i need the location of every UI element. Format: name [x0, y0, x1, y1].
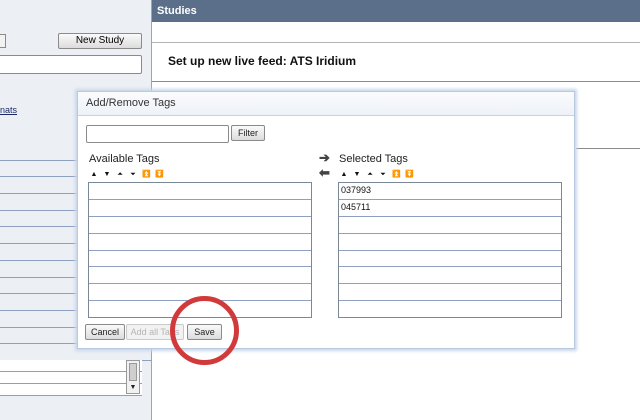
list-item[interactable]: 045711 [339, 200, 561, 217]
add-remove-tags-dialog: Add/Remove Tags Filter Available Tags ▲ … [77, 91, 575, 349]
filter-input[interactable] [86, 125, 229, 143]
formats-link[interactable]: nats [0, 105, 17, 115]
list-item[interactable] [0, 360, 142, 372]
cancel-button[interactable]: Cancel [85, 324, 125, 340]
move-left-arrow-icon[interactable]: ⬅ [319, 166, 333, 179]
list-item[interactable] [89, 183, 311, 200]
list-item[interactable] [339, 301, 561, 318]
studies-header: Studies [152, 0, 640, 22]
list-item[interactable] [0, 372, 142, 384]
left-search-input[interactable] [0, 55, 142, 74]
scrollbar-thumb[interactable] [129, 363, 137, 381]
move-down-fast-icon[interactable]: ⏷ [129, 170, 137, 180]
list-item[interactable]: 037993 [339, 183, 561, 200]
list-item[interactable] [89, 200, 311, 217]
move-up-icon[interactable]: ▲ [90, 170, 98, 180]
selected-sort-controls: ▲ ▼ ⏶ ⏷ ⏫ ⏬ [340, 170, 414, 180]
divider [576, 148, 640, 149]
highlight-circle [170, 296, 239, 365]
new-study-button[interactable]: New Study [58, 33, 142, 49]
list-item[interactable] [89, 267, 311, 285]
list-item[interactable] [339, 267, 561, 285]
study-title: Set up new live feed: ATS Iridium [168, 54, 357, 68]
list-item[interactable] [89, 217, 311, 234]
list-item[interactable] [89, 251, 311, 268]
available-tags-label: Available Tags [89, 153, 160, 165]
move-bottom-icon[interactable]: ⏬ [155, 170, 164, 180]
move-up-icon[interactable]: ▲ [340, 170, 348, 180]
available-sort-controls: ▲ ▼ ⏶ ⏷ ⏫ ⏬ [90, 170, 164, 180]
list-item[interactable] [89, 234, 311, 251]
study-list-scrollbar[interactable]: ▼ [126, 360, 140, 394]
move-top-icon[interactable]: ⏫ [142, 170, 151, 180]
move-up-fast-icon[interactable]: ⏶ [366, 170, 374, 180]
study-list-bottom [0, 360, 142, 400]
list-item[interactable] [339, 217, 561, 234]
move-down-fast-icon[interactable]: ⏷ [379, 170, 387, 180]
move-down-icon[interactable]: ▼ [353, 170, 361, 180]
list-item[interactable] [339, 234, 561, 251]
move-bottom-icon[interactable]: ⏬ [405, 170, 414, 180]
move-down-icon[interactable]: ▼ [103, 170, 111, 180]
move-right-arrow-icon[interactable]: ➔ [319, 151, 333, 164]
selected-tags-list[interactable]: 037993 045711 [338, 182, 562, 318]
list-item[interactable] [339, 284, 561, 302]
left-top-button[interactable] [0, 34, 6, 48]
filter-button[interactable]: Filter [231, 125, 265, 141]
scroll-down-icon[interactable]: ▼ [128, 384, 138, 392]
dialog-title: Add/Remove Tags [78, 92, 574, 116]
move-up-fast-icon[interactable]: ⏶ [116, 170, 124, 180]
move-top-icon[interactable]: ⏫ [392, 170, 401, 180]
list-item[interactable] [339, 251, 561, 268]
list-item[interactable] [0, 384, 142, 396]
selected-tags-label: Selected Tags [339, 153, 408, 165]
